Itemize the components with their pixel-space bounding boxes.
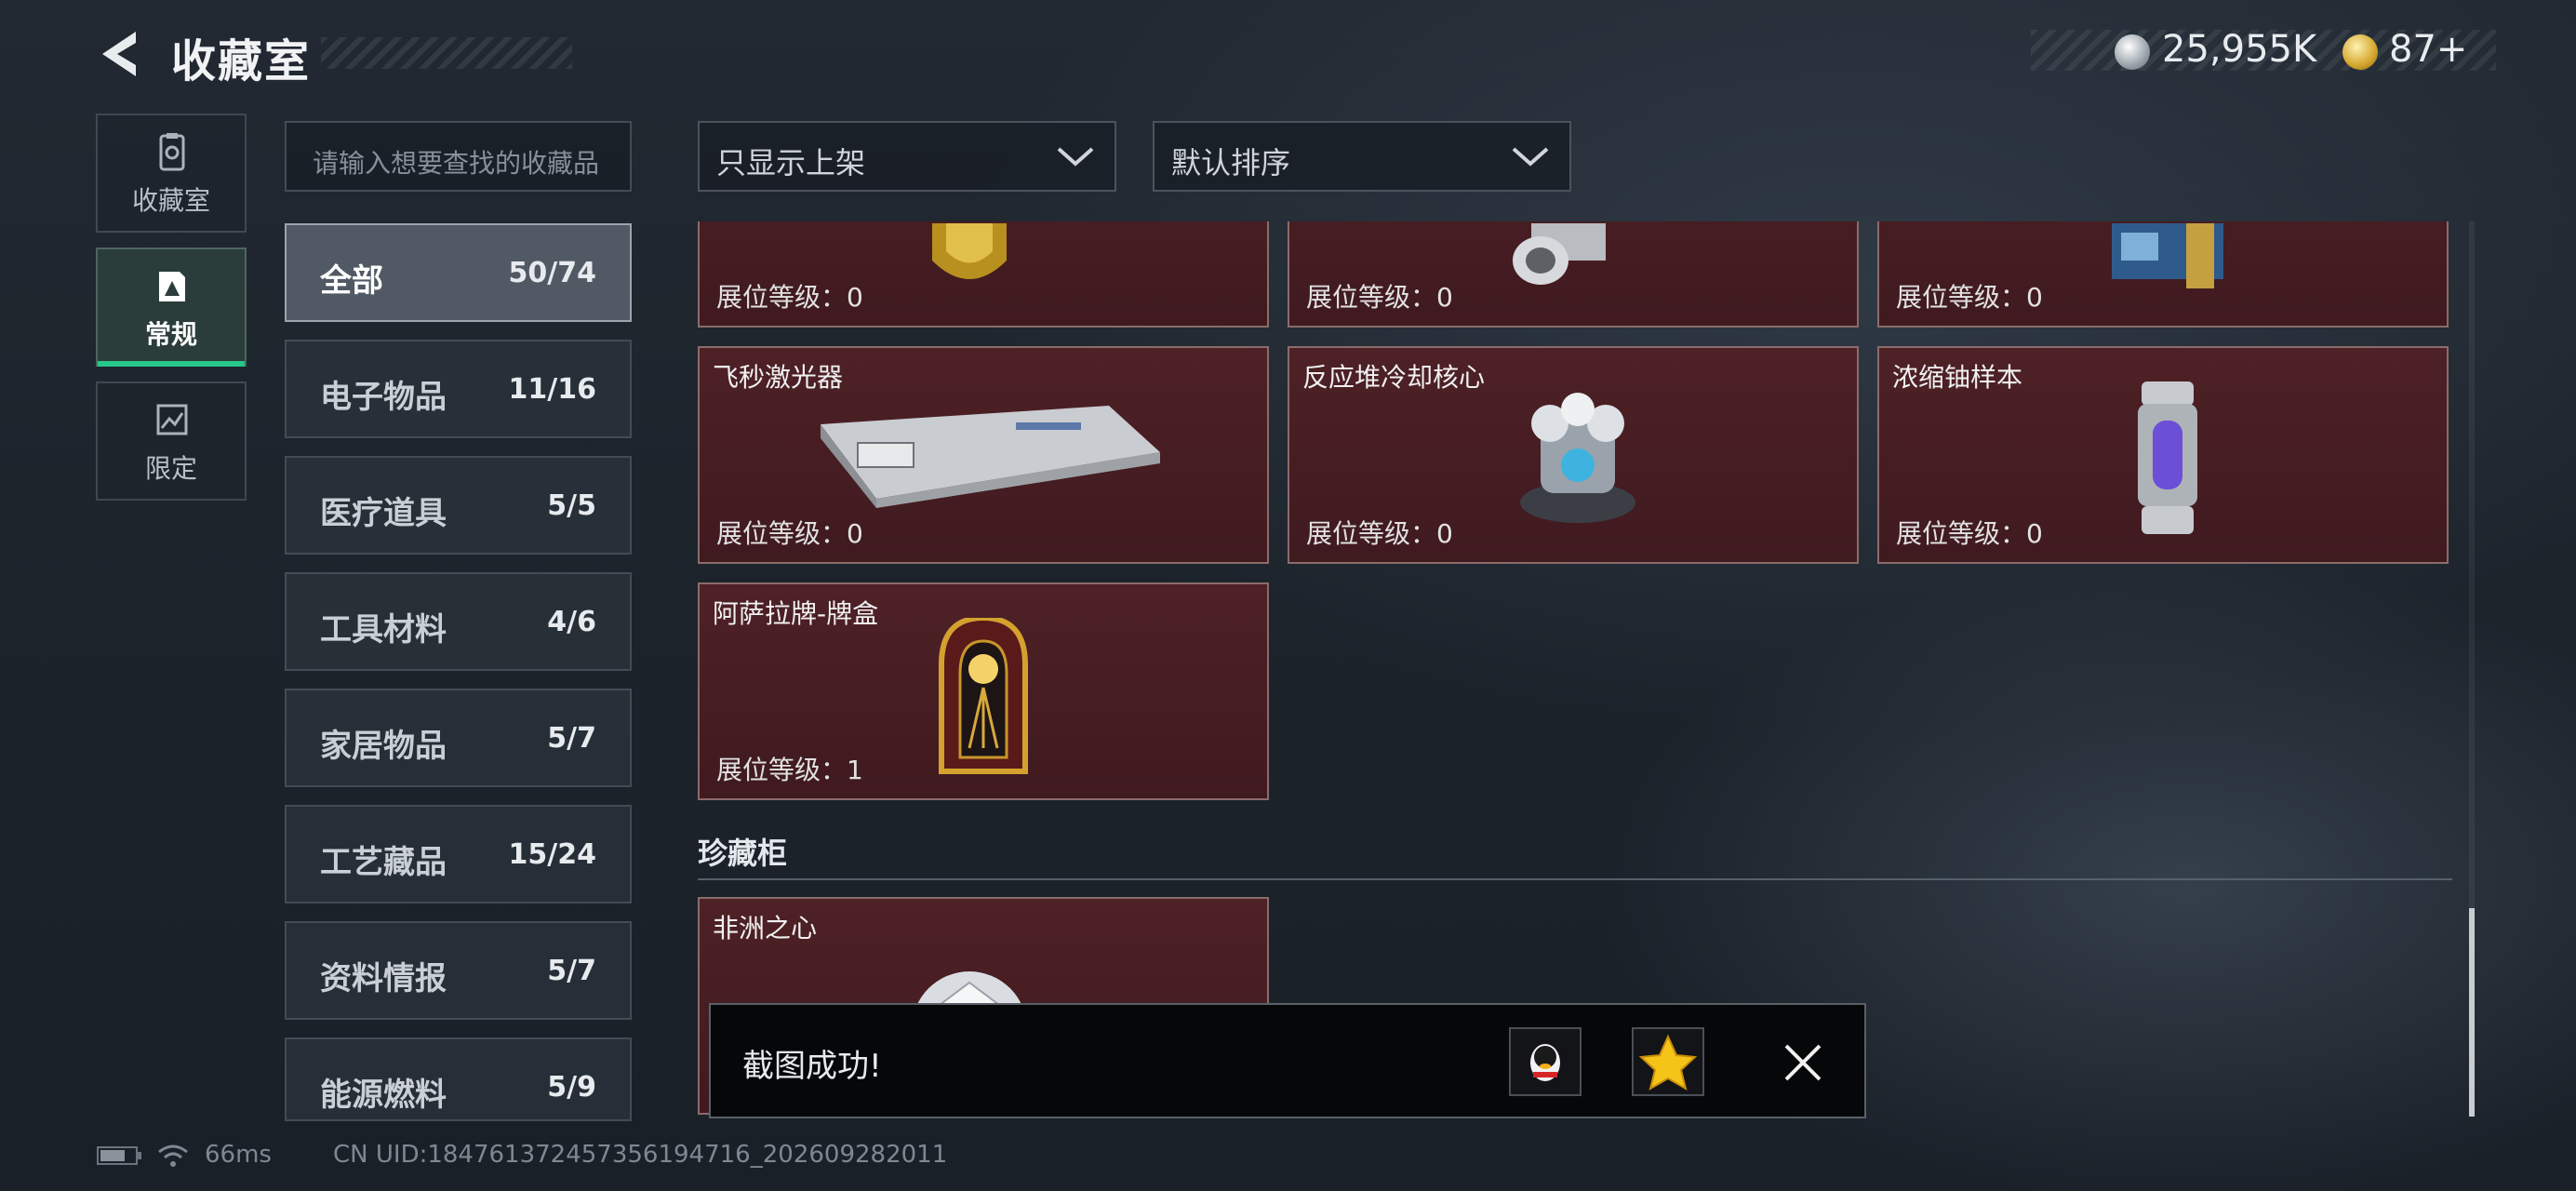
- sort-value: 默认排序: [1171, 145, 1291, 181]
- section-divider: [698, 878, 2452, 880]
- category-name: 全部: [320, 262, 383, 300]
- nav-label: 收藏室: [131, 185, 210, 216]
- category-name: 医疗道具: [320, 495, 447, 532]
- blue-machine-art: [2112, 223, 2223, 288]
- collection-room-icon: [159, 133, 185, 171]
- item-level: 展位等级：0: [1306, 282, 1453, 313]
- share-qzone-button[interactable]: [1632, 1027, 1704, 1096]
- chevron-down-icon: [1512, 147, 1549, 167]
- wifi-icon: [158, 1144, 188, 1167]
- item-level: 展位等级：0: [716, 518, 863, 549]
- nav-label: 常规: [144, 319, 197, 350]
- qq-penguin-icon: [1530, 1044, 1560, 1081]
- nav-collection-room[interactable]: 收藏室: [96, 114, 247, 233]
- search-input[interactable]: 请输入想要查找的收藏品: [285, 121, 632, 192]
- nav-regular[interactable]: 常规: [96, 248, 247, 367]
- uid-text: CN UID:184761372457356194716_20260928201…: [333, 1141, 948, 1169]
- category-crafts[interactable]: 工艺藏品 15/24: [285, 805, 632, 903]
- gold-coin-icon: [2342, 34, 2378, 70]
- category-all[interactable]: 全部 50/74: [285, 223, 632, 322]
- item-name: 浓缩铀样本: [1892, 362, 2023, 393]
- gold-currency-value: 87+: [2389, 28, 2468, 71]
- item-card-reactor-cooling-core[interactable]: 反应堆冷却核心 展位等级：0: [1288, 346, 1859, 564]
- category-count: 50/74: [508, 257, 596, 289]
- item-name: 反应堆冷却核心: [1302, 362, 1486, 393]
- category-count: 4/6: [547, 606, 596, 638]
- gold-statue-art: [932, 223, 1007, 279]
- category-tools[interactable]: 工具材料 4/6: [285, 572, 632, 671]
- category-count: 5/7: [547, 722, 596, 755]
- item-level: 展位等级：0: [1896, 282, 2043, 313]
- item-level: 展位等级：0: [1896, 518, 2043, 549]
- item-card[interactable]: 展位等级：0: [1877, 221, 2449, 328]
- chevron-down-icon: [1057, 147, 1094, 167]
- screenshot-toast: 截图成功!: [709, 1003, 1866, 1118]
- category-name: 工艺藏品: [320, 844, 447, 881]
- category-count: 15/24: [508, 838, 596, 871]
- item-card-enriched-uranium-sample[interactable]: 浓缩铀样本 展位等级：0: [1877, 346, 2449, 564]
- regular-icon: [159, 272, 185, 301]
- item-level: 展位等级：1: [716, 755, 863, 785]
- back-arrow-icon[interactable]: [93, 26, 149, 82]
- category-count: 5/9: [547, 1071, 596, 1104]
- silver-coin-icon: [2115, 34, 2150, 70]
- category-name: 资料情报: [320, 960, 447, 997]
- collection-grid[interactable]: 展位等级：0 展位等级：0 展位等级：0 飞秒激光器 展位等级：0 反应堆冷却核…: [698, 221, 2465, 1117]
- category-name: 能源燃料: [320, 1077, 447, 1114]
- category-household[interactable]: 家居物品 5/7: [285, 689, 632, 787]
- sort-dropdown[interactable]: 默认排序: [1153, 121, 1571, 192]
- toast-message: 截图成功!: [742, 1048, 882, 1085]
- item-name: 非洲之心: [713, 913, 818, 943]
- display-filter-dropdown[interactable]: 只显示上架: [698, 121, 1116, 192]
- nav-label: 限定: [144, 453, 197, 484]
- category-count: 5/5: [547, 489, 596, 522]
- item-card[interactable]: 展位等级：0: [698, 221, 1269, 328]
- card-box-art: [939, 618, 1028, 774]
- title-decoration: [321, 37, 572, 69]
- silver-currency-value: 25,955K: [2162, 28, 2317, 71]
- item-level: 展位等级：0: [716, 282, 863, 313]
- share-qq-button[interactable]: [1509, 1027, 1582, 1096]
- femtosecond-laser-art: [821, 406, 1160, 508]
- nav-limited[interactable]: 限定: [96, 381, 247, 501]
- category-name: 工具材料: [320, 611, 447, 649]
- reactor-core-art: [1520, 393, 1635, 523]
- uranium-canister-art: [2138, 381, 2197, 534]
- category-energy[interactable]: 能源燃料 5/9: [285, 1037, 632, 1121]
- item-name: 阿萨拉牌-牌盒: [713, 598, 879, 629]
- page-title: 收藏室: [171, 35, 312, 87]
- qzone-star-icon: [1638, 1034, 1698, 1091]
- scrollbar-thumb[interactable]: [2469, 908, 2475, 1117]
- display-filter-value: 只显示上架: [716, 145, 866, 181]
- category-intel[interactable]: 资料情报 5/7: [285, 921, 632, 1020]
- category-count: 11/16: [508, 373, 596, 406]
- ping-value: 66ms: [205, 1141, 272, 1169]
- limited-icon: [156, 404, 188, 435]
- category-name: 电子物品: [320, 379, 447, 416]
- category-name: 家居物品: [320, 728, 447, 765]
- category-medical[interactable]: 医疗道具 5/5: [285, 456, 632, 555]
- treasure-cabinet-title: 珍藏柜: [698, 836, 788, 871]
- item-card-asala-card-box[interactable]: 阿萨拉牌-牌盒 展位等级：1: [698, 582, 1269, 800]
- category-electronics[interactable]: 电子物品 11/16: [285, 340, 632, 438]
- metal-cylinder-art: [1513, 223, 1606, 285]
- item-card-femtosecond-laser[interactable]: 飞秒激光器 展位等级：0: [698, 346, 1269, 564]
- category-count: 5/7: [547, 955, 596, 987]
- close-icon[interactable]: [1781, 1040, 1825, 1085]
- item-card[interactable]: 展位等级：0: [1288, 221, 1859, 328]
- item-level: 展位等级：0: [1306, 518, 1453, 549]
- battery-icon: [97, 1146, 141, 1165]
